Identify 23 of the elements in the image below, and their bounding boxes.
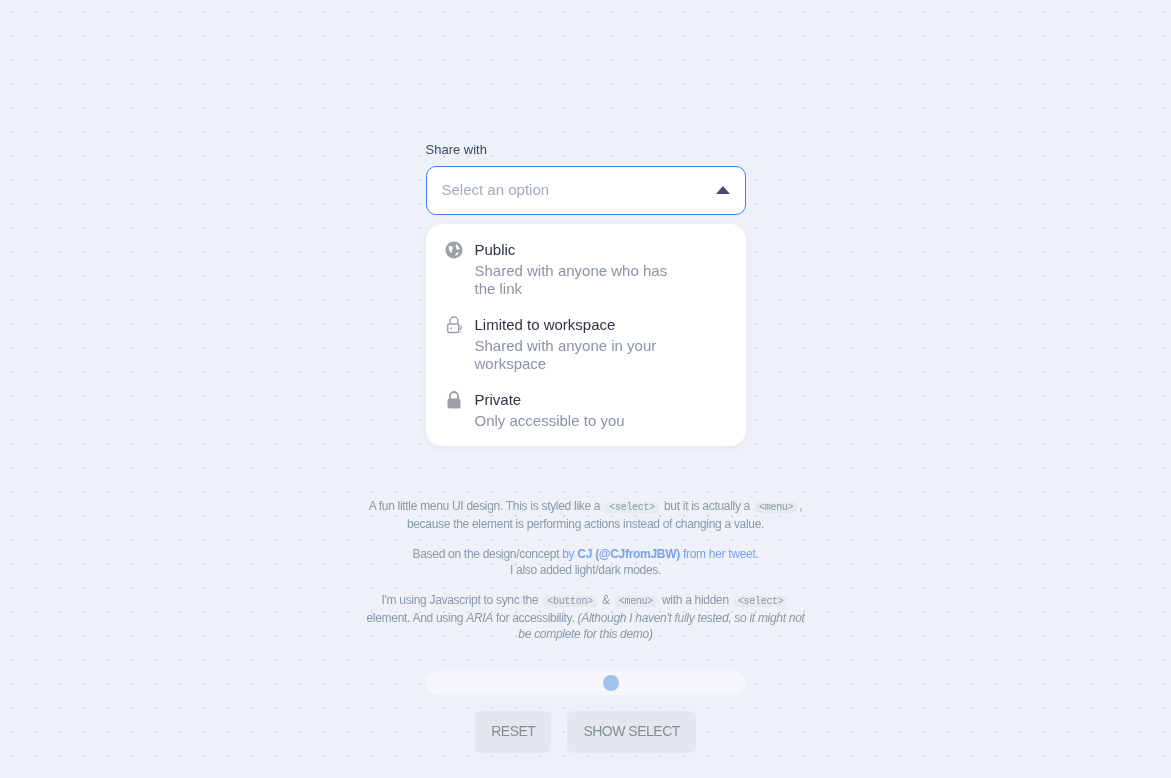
field-label: Share with — [425, 141, 488, 159]
option-title: Public — [474, 239, 517, 260]
tweet-link[interactable]: by CJ (@CJfromJBW) from her tweet. — [562, 546, 759, 561]
menu-item[interactable]: Public Shared with anyone who has the link — [425, 237, 746, 300]
globe-icon — [444, 240, 463, 259]
option-description: Only accessible to you — [474, 411, 626, 430]
slider-thumb[interactable] — [603, 674, 620, 691]
slider[interactable] — [425, 670, 746, 695]
note-paragraph: Based on the design/concept by CJ (@CJfromJBW) from her tweet. I also added light/dark modes. — [412, 545, 759, 578]
note-paragraph: I'm using Javascript to sync the <button> & <menu> with a hidden <select> element. And using ARIA for accessibility. (Although I haven't fully tested, so it might not be complete for this demo) — [365, 591, 806, 642]
option-title: Limited to workspace — [474, 314, 617, 335]
note-paragraph: A fun little menu UI design. This is styled like a <select> but it is actually a <menu> , because the element is performing actions instead of changing a value. — [367, 497, 804, 532]
select-field[interactable]: Select an option — [425, 165, 746, 215]
option-description: Shared with anyone who has the link — [474, 261, 669, 298]
action-button[interactable]: RESET — [475, 710, 552, 753]
lock-question-icon — [444, 315, 463, 334]
menu-item[interactable]: Limited to workspace Shared with anyone in your workspace — [425, 312, 746, 375]
option-title: Private — [474, 389, 523, 410]
caret-up-icon — [715, 186, 730, 194]
menu-item[interactable]: Private Only accessible to you — [425, 387, 746, 432]
action-button[interactable]: SHOW SELECT — [567, 710, 696, 753]
lock-icon — [444, 390, 463, 409]
option-description: Shared with anyone in your workspace — [474, 336, 658, 373]
